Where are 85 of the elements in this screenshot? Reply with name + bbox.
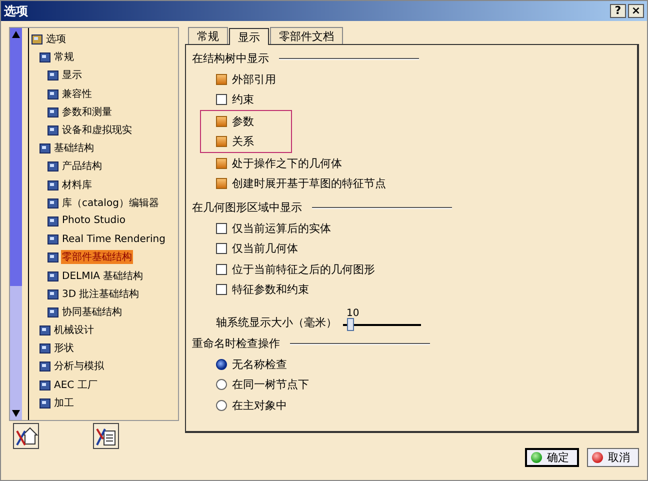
close-button[interactable]: ×	[628, 4, 644, 18]
checkbox[interactable]	[216, 264, 227, 275]
checkbox-label: 创建时展开基于草图的特征节点	[232, 176, 386, 192]
checkbox[interactable]	[216, 178, 227, 190]
tree-item[interactable]: 常规	[53, 50, 75, 64]
node-icon	[39, 324, 51, 336]
help-button[interactable]: ?	[610, 4, 626, 18]
node-icon	[47, 69, 59, 82]
tree-item[interactable]: 兼容性	[61, 86, 93, 101]
home-tool-icon[interactable]	[13, 423, 39, 449]
checkbox[interactable]	[216, 136, 227, 148]
node-icon	[47, 124, 59, 136]
checkbox[interactable]	[216, 74, 227, 85]
node-icon	[39, 378, 51, 391]
node-icon	[39, 342, 51, 354]
ok-button[interactable]: 确定	[525, 448, 579, 467]
section-title: 在结构树中显示	[192, 51, 269, 66]
tree-item[interactable]: 材料库	[61, 178, 93, 192]
checkbox-label: 外部引用	[232, 72, 276, 87]
tree-item[interactable]: 协同基础结构	[61, 304, 123, 319]
tree-item[interactable]: Real Time Rendering	[61, 234, 166, 245]
section-title: 在几何图形区域中显示	[192, 200, 302, 215]
window-title: 选项	[4, 2, 28, 20]
tree-item[interactable]: Photo Studio	[61, 215, 127, 226]
checkbox[interactable]	[216, 243, 227, 254]
node-icon	[47, 214, 59, 227]
checkbox-label: 位于当前特征之后的几何图形	[232, 262, 375, 277]
tree-item[interactable]: 设备和虚拟现实	[61, 123, 133, 138]
checkbox-label: 参数	[232, 114, 254, 129]
checkbox[interactable]	[216, 116, 227, 127]
radio-button[interactable]	[216, 400, 227, 411]
node-icon	[47, 88, 59, 100]
radio-label: 在同一树节点下	[232, 377, 309, 392]
slider-label: 轴系统显示大小（毫米）	[216, 315, 337, 330]
radio-button[interactable]	[216, 379, 227, 390]
tree-item[interactable]: DELMIA 基础结构	[61, 268, 144, 283]
tree-item[interactable]: 3D 批注基础结构	[61, 286, 140, 301]
tree-item[interactable]: 形状	[53, 341, 75, 356]
node-icon	[31, 33, 43, 46]
radio-label: 在主对象中	[232, 398, 287, 413]
document-tool-icon[interactable]	[93, 423, 119, 449]
node-icon	[39, 142, 51, 154]
node-icon	[47, 270, 59, 282]
radio-button[interactable]	[216, 358, 227, 370]
scrollbar[interactable]	[10, 28, 22, 420]
node-icon	[47, 178, 59, 191]
checkbox-label: 仅当前几何体	[232, 241, 298, 256]
tree-item[interactable]: 显示	[61, 68, 83, 82]
tree-item[interactable]: 机械设计	[53, 323, 95, 338]
tab[interactable]: 零部件文档	[270, 27, 343, 44]
tree-item[interactable]: 分析与模拟	[53, 359, 105, 374]
checkbox-label: 仅当前运算后的实体	[232, 220, 331, 236]
checkbox-label: 约束	[232, 92, 254, 108]
tab[interactable]: 常规	[188, 27, 228, 44]
checkbox-label: 处于操作之下的几何体	[232, 156, 342, 171]
checkbox-label: 关系	[232, 134, 254, 150]
radio-label: 无名称检查	[232, 356, 287, 372]
node-icon	[39, 396, 51, 409]
section-title: 重命名时检查操作	[192, 336, 280, 351]
node-icon	[47, 106, 59, 118]
node-icon	[47, 196, 59, 209]
node-icon	[47, 233, 59, 246]
node-icon	[47, 251, 59, 264]
node-icon	[47, 288, 59, 300]
node-icon	[39, 51, 51, 64]
checkbox-label: 特征参数和约束	[232, 282, 309, 298]
tree-item[interactable]: 基础结构	[53, 141, 95, 156]
tree-item[interactable]: 加工	[53, 396, 75, 410]
node-icon	[47, 160, 59, 172]
tree-item[interactable]: 参数和测量	[61, 104, 113, 119]
checkbox[interactable]	[216, 222, 227, 234]
checkbox[interactable]	[216, 94, 227, 106]
tree-item[interactable]: 库（catalog）编辑器	[61, 196, 160, 210]
slider-thumb[interactable]	[346, 318, 354, 331]
tree-item[interactable]: 选项	[45, 32, 67, 46]
tab[interactable]: 显示	[229, 28, 269, 45]
slider-value: 10	[346, 308, 360, 320]
tree-item[interactable]: 零部件基础结构	[61, 250, 133, 264]
checkbox[interactable]	[216, 284, 227, 296]
node-icon	[47, 306, 59, 318]
checkbox[interactable]	[216, 158, 227, 169]
tree-item[interactable]: AEC 工厂	[53, 378, 98, 392]
cancel-button[interactable]: 取消	[587, 448, 639, 467]
node-icon	[39, 360, 51, 372]
tree-item[interactable]: 产品结构	[61, 159, 103, 174]
